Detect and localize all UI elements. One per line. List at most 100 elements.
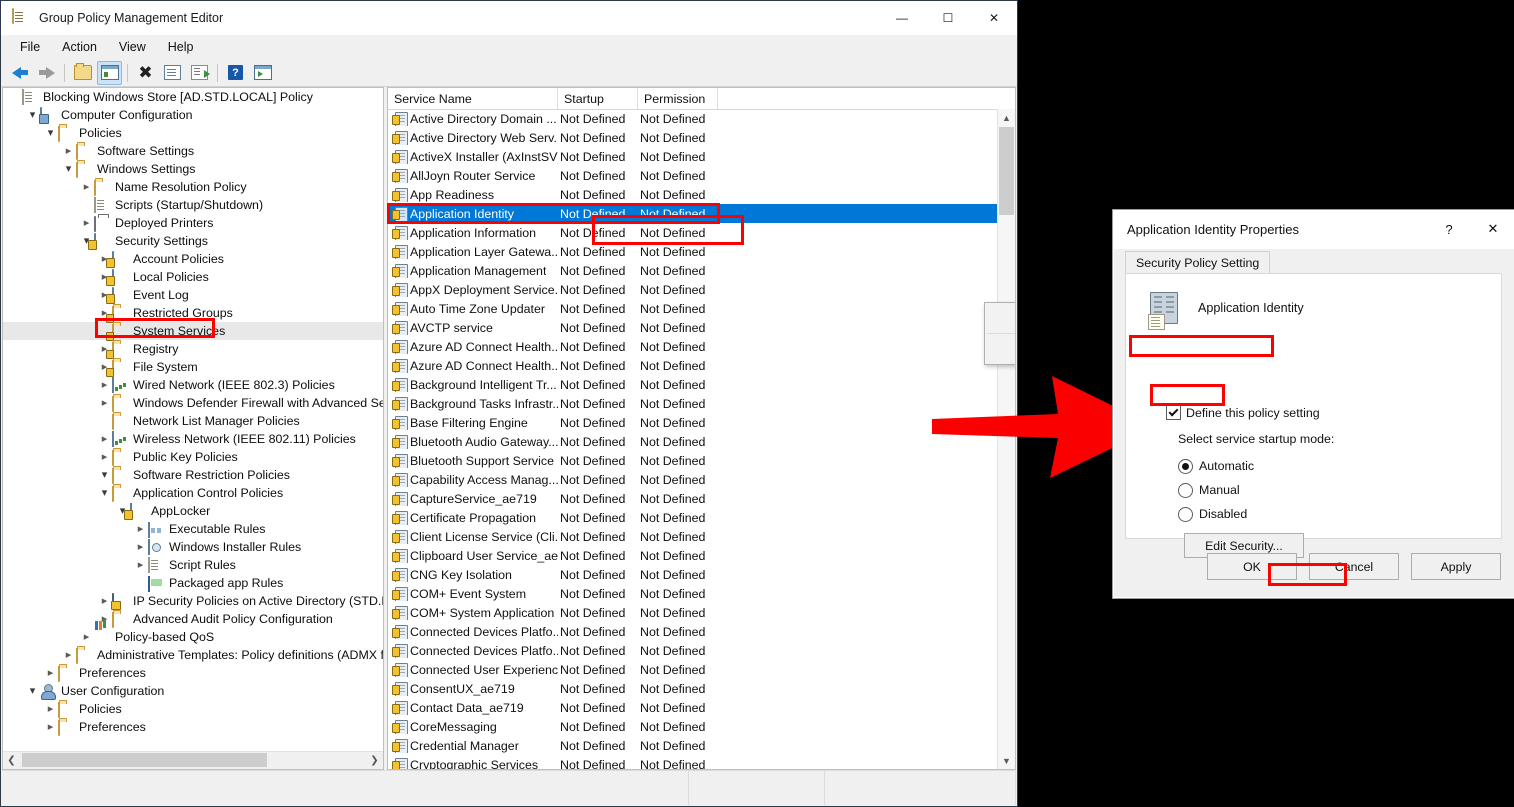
menu-action[interactable]: Action — [51, 37, 108, 57]
table-row[interactable]: CaptureService_ae719Not DefinedNot Defin… — [388, 489, 998, 508]
up-folder-icon[interactable] — [70, 61, 95, 85]
tree-item-policy-based-qos[interactable]: ▸Policy-based QoS — [3, 628, 383, 646]
properties-icon[interactable] — [160, 61, 185, 85]
tab-security-policy-setting[interactable]: Security Policy Setting — [1125, 251, 1270, 274]
table-row[interactable]: Certificate PropagationNot DefinedNot De… — [388, 508, 998, 527]
column-header-startup[interactable]: Startup — [558, 88, 638, 109]
chevron-down-icon[interactable]: ▾ — [43, 124, 58, 142]
ok-button[interactable]: OK — [1207, 553, 1297, 580]
tree-item-registry[interactable]: ▸Registry — [3, 340, 383, 358]
radio-row-automatic[interactable]: Automatic — [1178, 454, 1254, 478]
forward-icon[interactable] — [34, 61, 59, 85]
radio-disabled[interactable] — [1178, 507, 1193, 522]
tree-item-software-settings[interactable]: ▸Software Settings — [3, 142, 383, 160]
define-policy-checkbox-row[interactable]: Define this policy setting — [1166, 405, 1320, 420]
chevron-down-icon[interactable]: ▾ — [97, 484, 112, 502]
table-row[interactable]: Auto Time Zone UpdaterNot DefinedNot Def… — [388, 299, 998, 318]
table-row[interactable]: AllJoyn Router ServiceNot DefinedNot Def… — [388, 166, 998, 185]
table-row[interactable]: Background Intelligent Tr...Not DefinedN… — [388, 375, 998, 394]
table-row[interactable]: ActiveX Installer (AxInstSV)Not DefinedN… — [388, 147, 998, 166]
tree-item-policies[interactable]: ▸Policies — [3, 700, 383, 718]
table-row[interactable]: Contact Data_ae719Not DefinedNot Defined — [388, 698, 998, 717]
table-row[interactable]: Bluetooth Audio Gateway...Not DefinedNot… — [388, 432, 998, 451]
scroll-left-icon[interactable]: ❮ — [3, 752, 20, 769]
tree-item-windows-defender-firewall-with-advanced-secur[interactable]: ▸Windows Defender Firewall with Advanced… — [3, 394, 383, 412]
chevron-right-icon[interactable]: ▸ — [43, 664, 58, 682]
chevron-right-icon[interactable]: ▸ — [97, 394, 112, 412]
back-icon[interactable] — [7, 61, 32, 85]
table-row[interactable]: CoreMessagingNot DefinedNot Defined — [388, 717, 998, 736]
table-row[interactable]: Application ManagementNot DefinedNot Def… — [388, 261, 998, 280]
tree-item-application-control-policies[interactable]: ▾Application Control Policies — [3, 484, 383, 502]
scroll-right-icon[interactable]: ❯ — [366, 752, 383, 769]
scroll-down-icon[interactable]: ▼ — [998, 752, 1015, 769]
radio-row-manual[interactable]: Manual — [1178, 478, 1254, 502]
chevron-right-icon[interactable]: ▸ — [97, 430, 112, 448]
tree-item-script-rules[interactable]: ▸Script Rules — [3, 556, 383, 574]
tree-item-computer-configuration[interactable]: ▾Computer Configuration — [3, 106, 383, 124]
tree-item-software-restriction-policies[interactable]: ▾Software Restriction Policies — [3, 466, 383, 484]
tree-item-policies[interactable]: ▾Policies — [3, 124, 383, 142]
radio-row-disabled[interactable]: Disabled — [1178, 502, 1254, 526]
menu-help[interactable]: Help — [157, 37, 205, 57]
dialog-close-button[interactable]: ✕ — [1471, 210, 1514, 248]
chevron-right-icon[interactable]: ▸ — [133, 538, 148, 556]
scroll-up-icon[interactable]: ▲ — [998, 109, 1015, 126]
chevron-right-icon[interactable]: ▸ — [61, 142, 76, 160]
context-menu-item-help[interactable]: Help — [985, 334, 1016, 364]
tree-item-file-system[interactable]: ▸File System — [3, 358, 383, 376]
tree-item-administrative-templates-policy-definitions-admx-files[interactable]: ▸Administrative Templates: Policy defini… — [3, 646, 383, 664]
chevron-right-icon[interactable]: ▸ — [43, 718, 58, 736]
tree-item-user-configuration[interactable]: ▾User Configuration — [3, 682, 383, 700]
chevron-right-icon[interactable]: ▸ — [43, 700, 58, 718]
radio-manual[interactable] — [1178, 483, 1193, 498]
help-icon[interactable]: ? — [223, 61, 248, 85]
minimize-button[interactable]: — — [879, 1, 925, 34]
tree-item-preferences[interactable]: ▸Preferences — [3, 718, 383, 736]
tree-item-account-policies[interactable]: ▸Account Policies — [3, 250, 383, 268]
tree-item-wired-network-ieee-802-3-policies[interactable]: ▸Wired Network (IEEE 802.3) Policies — [3, 376, 383, 394]
table-row[interactable]: AVCTP serviceNot DefinedNot Defined — [388, 318, 998, 337]
show-console-tree-icon[interactable] — [97, 61, 122, 85]
tree-horizontal-scrollbar[interactable]: ❮ ❯ — [3, 751, 383, 769]
chevron-down-icon[interactable]: ▾ — [97, 466, 112, 484]
tree-item-event-log[interactable]: ▸Event Log — [3, 286, 383, 304]
tree-item-ip-security-policies-on-active-directory-std-loc[interactable]: ▸IP Security Policies on Active Director… — [3, 592, 383, 610]
tree-item-preferences[interactable]: ▸Preferences — [3, 664, 383, 682]
table-row[interactable]: Base Filtering EngineNot DefinedNot Defi… — [388, 413, 998, 432]
tree-item-windows-settings[interactable]: ▾Windows Settings — [3, 160, 383, 178]
table-row[interactable]: App ReadinessNot DefinedNot Defined — [388, 185, 998, 204]
tree-item-windows-installer-rules[interactable]: ▸Windows Installer Rules — [3, 538, 383, 556]
table-row[interactable]: Connected Devices Platfo...Not DefinedNo… — [388, 622, 998, 641]
table-row[interactable]: Client License Service (Cli...Not Define… — [388, 527, 998, 546]
list-vscroll-thumb[interactable] — [999, 127, 1014, 215]
tree-item-name-resolution-policy[interactable]: ▸Name Resolution Policy — [3, 178, 383, 196]
cancel-button[interactable]: Cancel — [1309, 553, 1399, 580]
tree-item-advanced-audit-policy-configuration[interactable]: ▸Advanced Audit Policy Configuration — [3, 610, 383, 628]
table-row[interactable]: COM+ Event SystemNot DefinedNot Defined — [388, 584, 998, 603]
tree-item-executable-rules[interactable]: ▸Executable Rules — [3, 520, 383, 538]
chevron-right-icon[interactable]: ▸ — [97, 610, 112, 628]
table-row[interactable]: Application IdentityNot DefinedNot Defin… — [388, 204, 998, 223]
tree-item-blocking-windows-store-ad-std-local-policy[interactable]: Blocking Windows Store [AD.STD.LOCAL] Po… — [3, 88, 383, 106]
tree-scroll-area[interactable]: Blocking Windows Store [AD.STD.LOCAL] Po… — [3, 88, 383, 751]
radio-automatic[interactable] — [1178, 459, 1193, 474]
chevron-right-icon[interactable]: ▸ — [79, 628, 94, 646]
table-row[interactable]: COM+ System ApplicationNot DefinedNot De… — [388, 603, 998, 622]
context-menu-item-properties[interactable]: Properties — [985, 303, 1016, 333]
tree-item-deployed-printers[interactable]: ▸Deployed Printers — [3, 214, 383, 232]
define-policy-checkbox[interactable] — [1166, 405, 1181, 420]
menu-file[interactable]: File — [9, 37, 51, 57]
service-list-body[interactable]: Active Directory Domain ...Not DefinedNo… — [388, 109, 998, 769]
chevron-right-icon[interactable]: ▸ — [61, 646, 76, 664]
table-row[interactable]: AppX Deployment Service...Not DefinedNot… — [388, 280, 998, 299]
column-header-service-name[interactable]: Service Name ⌃ — [388, 88, 558, 109]
table-row[interactable]: Application Layer Gatewa...Not DefinedNo… — [388, 242, 998, 261]
table-row[interactable]: ConsentUX_ae719Not DefinedNot Defined — [388, 679, 998, 698]
tree-item-network-list-manager-policies[interactable]: Network List Manager Policies — [3, 412, 383, 430]
chevron-right-icon[interactable]: ▸ — [79, 178, 94, 196]
chevron-right-icon[interactable]: ▸ — [133, 520, 148, 538]
tree-hscroll-thumb[interactable] — [22, 753, 267, 767]
table-row[interactable]: Active Directory Domain ...Not DefinedNo… — [388, 109, 998, 128]
show-action-pane-icon[interactable] — [250, 61, 275, 85]
